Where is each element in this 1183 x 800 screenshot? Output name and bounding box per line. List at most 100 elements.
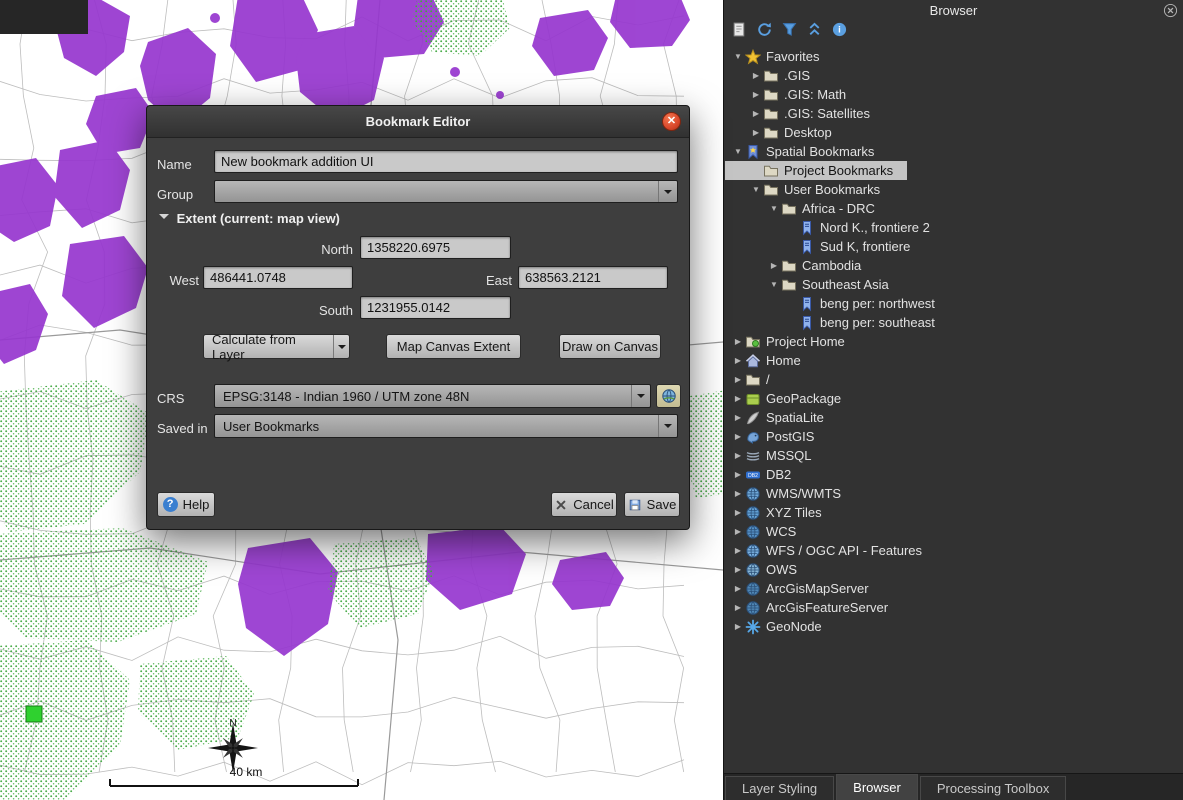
xyz-icon: [745, 505, 761, 521]
chevron-right-icon[interactable]: ▶: [749, 71, 763, 80]
close-icon[interactable]: ✕: [662, 112, 681, 131]
tab-processing-toolbox[interactable]: Processing Toolbox: [920, 776, 1067, 800]
tree-row[interactable]: ▼Spatial Bookmarks: [725, 142, 888, 161]
tree-row[interactable]: ▶ GeoNode: [725, 617, 836, 636]
chevron-down-icon[interactable]: ▼: [767, 280, 781, 289]
chevron-right-icon[interactable]: ▶: [731, 603, 745, 612]
tree-item-label: .GIS: Satellites: [784, 106, 870, 121]
name-input[interactable]: [214, 150, 678, 173]
east-input[interactable]: [518, 266, 668, 289]
tree-row[interactable]: ▼ Southeast Asia: [725, 275, 903, 294]
tree-row[interactable]: Sud K, frontiere: [725, 237, 924, 256]
tree-row[interactable]: ▶OWS: [725, 560, 811, 579]
properties-icon[interactable]: i: [831, 21, 848, 38]
extent-group-header[interactable]: Extent (current: map view): [159, 210, 340, 228]
chevron-right-icon[interactable]: ▶: [749, 90, 763, 99]
tree-row[interactable]: ▶/: [725, 370, 784, 389]
tree-row[interactable]: ▶.GIS: [725, 66, 824, 85]
save-button[interactable]: Save: [624, 492, 680, 517]
chevron-right-icon[interactable]: ▶: [731, 375, 745, 384]
tree-item-label: GeoNode: [766, 619, 822, 634]
tree-row[interactable]: Nord K., frontiere 2: [725, 218, 944, 237]
chevron-right-icon[interactable]: ▶: [731, 432, 745, 441]
tree-row[interactable]: ▶XYZ Tiles: [725, 503, 836, 522]
chevron-right-icon[interactable]: ▶: [731, 413, 745, 422]
tree-row[interactable]: ▶Cambodia: [725, 256, 875, 275]
chevron-right-icon[interactable]: ▶: [731, 527, 745, 536]
crs-value: EPSG:3148 - Indian 1960 / UTM zone 48N: [223, 389, 469, 404]
arcgis-feature-icon: [745, 600, 761, 616]
chevron-right-icon[interactable]: ▶: [731, 565, 745, 574]
select-crs-button[interactable]: [656, 384, 681, 408]
group-select[interactable]: [214, 180, 678, 203]
cancel-button[interactable]: Cancel: [551, 492, 617, 517]
chevron-right-icon[interactable]: ▶: [731, 584, 745, 593]
help-button[interactable]: ? Help: [157, 492, 215, 517]
chevron-right-icon[interactable]: ▶: [731, 546, 745, 555]
add-selection-icon[interactable]: [731, 21, 748, 38]
saved-in-select[interactable]: User Bookmarks: [214, 414, 678, 438]
chevron-right-icon[interactable]: ▶: [749, 109, 763, 118]
folder-icon: [763, 125, 779, 141]
tree-row[interactable]: ▶WCS: [725, 522, 810, 541]
tree-row[interactable]: ▶Desktop: [725, 123, 846, 142]
tree-row[interactable]: ▶MSSQL: [725, 446, 826, 465]
chevron-right-icon[interactable]: ▶: [731, 470, 745, 479]
tree-row[interactable]: ▼User Bookmarks: [725, 180, 894, 199]
chevron-down-icon[interactable]: [333, 335, 349, 358]
tree-row[interactable]: ▶GeoPackage: [725, 389, 855, 408]
draw-on-canvas-button[interactable]: Draw on Canvas: [559, 334, 661, 359]
panel-close-icon[interactable]: [1163, 3, 1178, 18]
tree-row[interactable]: ▶PostGIS: [725, 427, 828, 446]
tree-row[interactable]: beng per: southeast: [725, 313, 949, 332]
crs-select[interactable]: EPSG:3148 - Indian 1960 / UTM zone 48N: [214, 384, 651, 408]
collapse-caret-icon: [159, 214, 169, 224]
tree-item-label: beng per: northwest: [820, 296, 935, 311]
collapse-all-icon[interactable]: [806, 21, 823, 38]
tree-item-label: Southeast Asia: [802, 277, 889, 292]
tree-row[interactable]: ▶WFS / OGC API - Features: [725, 541, 936, 560]
tree-row[interactable]: ▼Favorites: [725, 47, 833, 66]
chevron-down-icon[interactable]: ▼: [749, 185, 763, 194]
panel-title: Browser: [724, 1, 1183, 21]
chevron-right-icon[interactable]: ▶: [731, 622, 745, 631]
tree-row[interactable]: ▶Home: [725, 351, 815, 370]
chevron-down-icon[interactable]: ▼: [731, 147, 745, 156]
tree-row[interactable]: ▶WMS/WMTS: [725, 484, 855, 503]
chevron-right-icon[interactable]: ▶: [731, 356, 745, 365]
map-canvas-extent-button[interactable]: Map Canvas Extent: [386, 334, 521, 359]
tree-row[interactable]: ▼Africa - DRC: [725, 199, 889, 218]
south-input[interactable]: [360, 296, 511, 319]
tree-row[interactable]: ▶ .GIS: Satellites: [725, 104, 884, 123]
tree-row[interactable]: beng per: northwest: [725, 294, 949, 313]
dialog-titlebar[interactable]: Bookmark Editor ✕: [147, 106, 689, 138]
filter-icon[interactable]: [781, 21, 798, 38]
saved-in-value: User Bookmarks: [223, 419, 319, 434]
chevron-right-icon[interactable]: ▶: [731, 451, 745, 460]
tree-row[interactable]: ▶ArcGisFeatureServer: [725, 598, 902, 617]
tree-row[interactable]: ▶SpatiaLite: [725, 408, 838, 427]
tree-row[interactable]: ▶DB2DB2: [725, 465, 805, 484]
tree-row[interactable]: Project Bookmarks: [725, 161, 907, 180]
calculate-from-layer-button[interactable]: Calculate from Layer: [203, 334, 350, 359]
chevron-right-icon[interactable]: ▶: [731, 394, 745, 403]
group-label: Group: [157, 186, 193, 204]
chevron-right-icon[interactable]: ▶: [731, 489, 745, 498]
west-input[interactable]: [203, 266, 353, 289]
tree-item-label: Nord K., frontiere 2: [820, 220, 930, 235]
chevron-down-icon[interactable]: ▼: [767, 204, 781, 213]
tree-row[interactable]: ▶Project Home: [725, 332, 859, 351]
spatial-bookmarks-icon: [745, 144, 761, 160]
tree-row[interactable]: ▶.GIS: Math: [725, 85, 860, 104]
tree-row[interactable]: ▶ArcGisMapServer: [725, 579, 883, 598]
refresh-icon[interactable]: [756, 21, 773, 38]
tab-layer-styling[interactable]: Layer Styling: [725, 776, 834, 800]
chevron-right-icon[interactable]: ▶: [749, 128, 763, 137]
chevron-right-icon[interactable]: ▶: [767, 261, 781, 270]
chevron-right-icon[interactable]: ▶: [731, 337, 745, 346]
north-input[interactable]: [360, 236, 511, 259]
chevron-right-icon[interactable]: ▶: [731, 508, 745, 517]
tab-browser[interactable]: Browser: [836, 774, 918, 800]
tree-item-label: Sud K, frontiere: [820, 239, 910, 254]
chevron-down-icon[interactable]: ▼: [731, 52, 745, 61]
